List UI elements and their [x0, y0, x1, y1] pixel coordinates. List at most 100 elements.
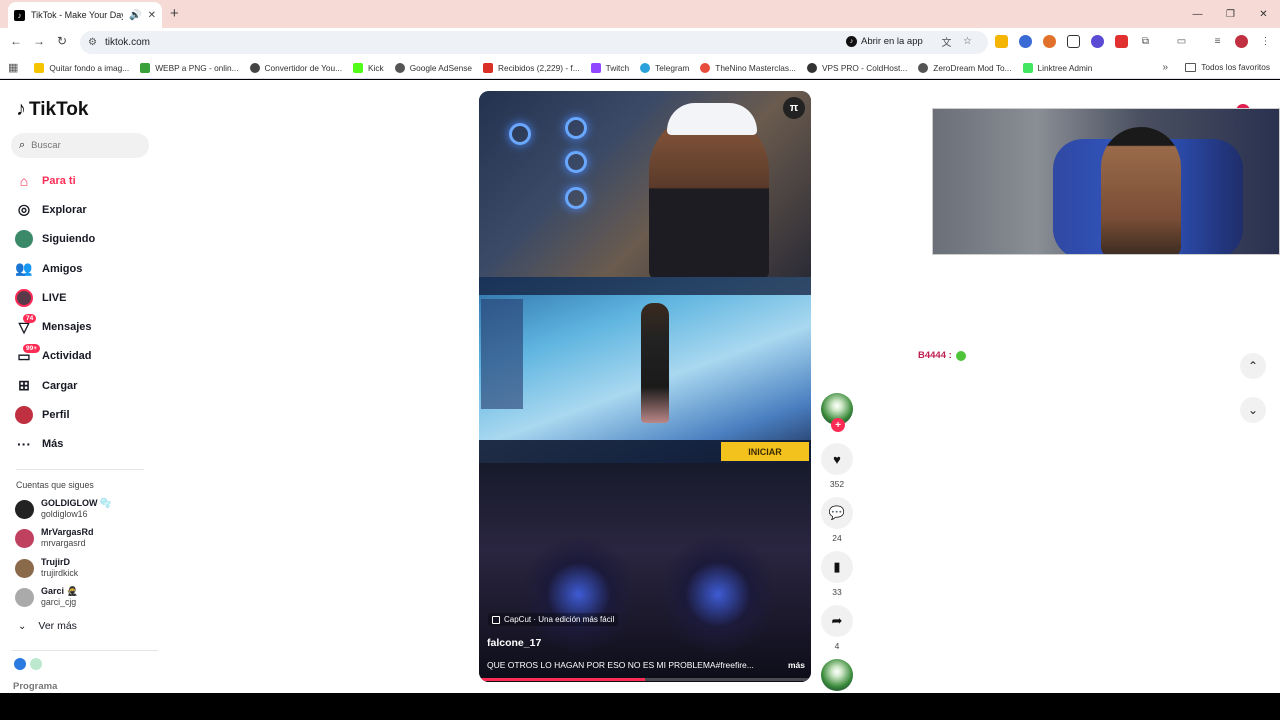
bookmark-star-icon[interactable]: ☆ — [961, 35, 974, 48]
tiktok-logo[interactable]: ♪ TikTok — [16, 98, 88, 121]
account-name: MrVargasRd — [41, 527, 94, 537]
window-controls: — ❐ ✕ — [1181, 0, 1280, 28]
next-creator-avatar[interactable] — [821, 659, 853, 691]
bookmark-item[interactable]: ZeroDream Mod To... — [918, 62, 1012, 73]
all-bookmarks-button[interactable]: Todos los favoritos — [1185, 62, 1270, 72]
bookmark-item[interactable]: Telegram — [640, 62, 690, 73]
nav-label: Perfil — [42, 409, 70, 422]
tab-title: TikTok - Make Your Day — [31, 10, 124, 20]
fan-light — [509, 123, 531, 145]
sidebar-item-actividad[interactable]: ▭ 99+ Actividad — [14, 342, 164, 371]
previous-video-button[interactable]: ⌃ — [1240, 353, 1266, 379]
video-player[interactable]: π INICIAR CapCut · Una edición más fácil… — [479, 91, 811, 682]
friends-icon: 👥 — [15, 260, 33, 277]
followed-account[interactable]: MrVargasRd mrvargasrd — [15, 527, 94, 549]
activity-badge: 99+ — [23, 343, 41, 353]
close-tab-icon[interactable]: ✕ — [148, 10, 156, 21]
extension-icon[interactable] — [1043, 35, 1056, 48]
extension-icon[interactable] — [1091, 35, 1104, 48]
video-author[interactable]: falcone_17 — [487, 637, 541, 649]
description-more-button[interactable]: más — [788, 660, 805, 670]
sidebar-item-mas[interactable]: ··· Más — [14, 430, 164, 459]
bookmark-label: VPS PRO - ColdHost... — [821, 62, 908, 73]
account-handle: trujirdkick — [41, 568, 79, 578]
sidebar-item-mensajes[interactable]: ▽ 74 Mensajes — [14, 312, 164, 341]
save-button[interactable]: ▮ — [821, 551, 853, 583]
extension-icon[interactable] — [1067, 35, 1080, 48]
nav-label: Mensajes — [42, 321, 92, 334]
browser-toolbar: ← → ↻ ⚙ tiktok.com ♪ Abrir en la app 文 ☆… — [0, 28, 1280, 57]
see-more-button[interactable]: ⌄ Ver más — [18, 620, 77, 632]
bookmark-item[interactable]: WEBP a PNG - onlin... — [140, 62, 239, 73]
bookmark-item[interactable]: Twitch — [590, 62, 629, 73]
followed-account[interactable]: GOLDIGLOW 🫧 goldiglow16 — [15, 498, 111, 520]
site-info-icon[interactable]: ⚙ — [88, 37, 97, 48]
follow-plus-icon[interactable]: + — [831, 418, 845, 432]
bookmark-label: Telegram — [655, 62, 690, 73]
translate-icon[interactable]: 文 — [940, 35, 953, 49]
close-window-button[interactable]: ✕ — [1247, 0, 1280, 28]
bookmark-item[interactable]: VPS PRO - ColdHost... — [806, 62, 908, 73]
sidebar-item-amigos[interactable]: 👥 Amigos — [14, 254, 164, 283]
minimize-button[interactable]: — — [1181, 0, 1214, 28]
program-icon[interactable] — [30, 658, 42, 670]
speaker-icon[interactable]: 🔊 — [129, 10, 141, 21]
capcut-tag[interactable]: CapCut · Una edición más fácil — [488, 613, 619, 626]
sidebar-item-perfil[interactable]: Perfil — [14, 400, 164, 429]
game-character — [641, 303, 669, 423]
reload-button[interactable]: ↻ — [57, 34, 67, 48]
bookmark-label: Recibidos (2,229) - f... — [497, 62, 580, 73]
share-button[interactable]: ➦ — [821, 605, 853, 637]
bookmark-item[interactable]: Convertidor de You... — [249, 62, 343, 73]
back-button[interactable]: ← — [10, 34, 22, 48]
bookmark-item[interactable]: Google AdSense — [394, 62, 472, 73]
profile-avatar-icon[interactable] — [1235, 35, 1248, 48]
folder-icon — [1185, 62, 1197, 72]
sidebar-item-para-ti[interactable]: ⌂ Para ti — [14, 166, 164, 195]
extension-icon[interactable] — [1115, 35, 1128, 48]
sidebar-item-cargar[interactable]: ⊞ Cargar — [14, 371, 164, 400]
sidebar-item-explorar[interactable]: ◎ Explorar — [14, 195, 164, 224]
avatar — [15, 499, 34, 519]
bookmark-item[interactable]: Linktree Admin — [1022, 62, 1092, 73]
search-input[interactable] — [31, 140, 132, 151]
divider — [16, 469, 144, 470]
creator-avatar[interactable]: + — [821, 393, 853, 432]
account-name: TrujirD — [41, 557, 71, 567]
all-bookmarks-label: Todos los favoritos — [1201, 62, 1270, 72]
browser-tab[interactable]: ♪ TikTok - Make Your Day 🔊 ✕ — [8, 2, 162, 28]
forward-button[interactable]: → — [33, 34, 45, 48]
extensions-puzzle-icon[interactable]: ⧉ — [1139, 35, 1152, 48]
sidebar-nav: ⌂ Para ti ◎ Explorar Siguiendo 👥 Amigos … — [14, 166, 164, 459]
share-arrow-icon: ➦ — [831, 613, 843, 628]
search-box[interactable]: ⌕ — [11, 133, 149, 158]
bookmark-item[interactable]: Recibidos (2,229) - f... — [482, 62, 580, 73]
comment-button[interactable]: 💬 — [821, 497, 853, 529]
bookmark-item[interactable]: TheNino Masterclas... — [700, 62, 796, 73]
program-icon[interactable] — [14, 658, 26, 670]
like-button[interactable]: ♥ — [821, 443, 853, 475]
apps-grid-icon[interactable]: ▦ — [8, 61, 18, 74]
cast-icon[interactable]: ▭ — [1175, 35, 1188, 48]
bookmark-label: ZeroDream Mod To... — [933, 62, 1012, 73]
restore-button[interactable]: ❐ — [1214, 0, 1247, 28]
extension-icon[interactable] — [995, 35, 1008, 48]
media-control-icon[interactable]: ≡ — [1211, 35, 1224, 48]
like-count: 352 — [829, 479, 845, 489]
more-bookmarks-chevron-icon[interactable]: » — [1162, 62, 1168, 73]
bookmark-item[interactable]: Kick — [353, 62, 384, 73]
followed-account[interactable]: TrujirD trujirdkick — [15, 557, 78, 579]
new-tab-button[interactable]: + — [170, 5, 179, 22]
open-in-app-button[interactable]: ♪ Abrir en la app — [846, 32, 923, 50]
program-link[interactable]: Programa — [13, 681, 57, 692]
followed-account[interactable]: Garci 🥷 garci_cjg — [15, 586, 78, 608]
bookmark-item[interactable]: Quitar fondo a imag... — [34, 62, 129, 73]
menu-dots-icon[interactable]: ⋮ — [1259, 35, 1272, 48]
tiktok-page: ♪ TikTok ⌕ ⌂ Para ti ◎ Explorar Siguiend… — [0, 80, 1280, 693]
sidebar-item-live[interactable]: LIVE — [14, 283, 164, 312]
bookmark-label: Convertidor de You... — [264, 62, 343, 73]
video-progress-bar[interactable] — [479, 678, 811, 681]
next-video-button[interactable]: ⌄ — [1240, 397, 1266, 423]
extension-icon[interactable] — [1019, 35, 1032, 48]
sidebar-item-siguiendo[interactable]: Siguiendo — [14, 225, 164, 254]
